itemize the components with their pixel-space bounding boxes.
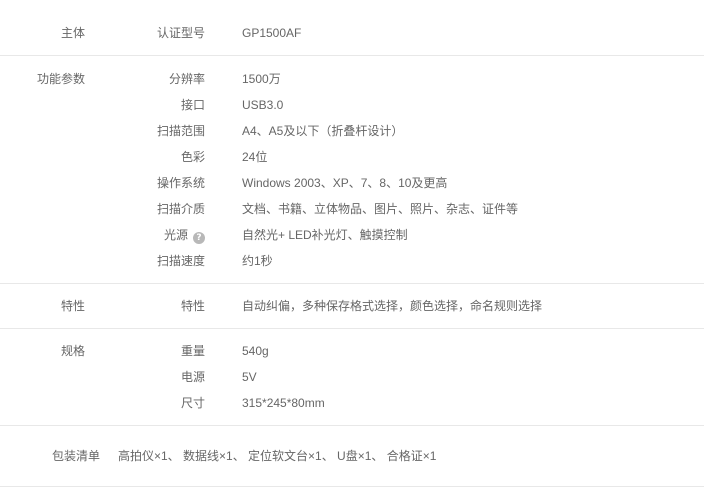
spec-value: 1500万 — [242, 72, 281, 86]
spec-value: 24位 — [242, 150, 268, 164]
spec-key: 接口 — [180, 98, 205, 112]
spec-key: 分辨率 — [168, 72, 205, 86]
spec-key-text: 光源 — [163, 228, 188, 242]
spec-key: 认证型号 — [156, 26, 205, 40]
spec-row-model: 认证型号 GP1500AF — [0, 20, 704, 46]
spec-key: 操作系统 — [156, 176, 205, 190]
spec-key: 扫描介质 — [156, 202, 205, 216]
spec-row-power: 电源 5V — [0, 364, 704, 390]
spec-key: 扫描范围 — [156, 124, 205, 138]
spec-value: A4、A5及以下（折叠杆设计） — [242, 124, 404, 138]
spec-key: 扫描速度 — [156, 254, 205, 268]
package-row: 包装清单 高拍仪×1、 数据线×1、 定位软文台×1、 U盘×1、 合格证×1 — [0, 443, 704, 469]
spec-value: USB3.0 — [242, 98, 284, 112]
spec-row-resolution: 分辨率 1500万 — [0, 66, 704, 92]
section-main: 主体 认证型号 GP1500AF — [0, 0, 704, 56]
spec-key: 重量 — [180, 344, 205, 358]
spec-value: GP1500AF — [242, 26, 302, 40]
spec-value: 5V — [242, 370, 257, 384]
question-circle-icon[interactable]: ? — [193, 232, 205, 244]
spec-key: 特性 — [180, 299, 205, 313]
spec-row-scan-range: 扫描范围 A4、A5及以下（折叠杆设计） — [0, 118, 704, 144]
section-package-list: 包装清单 高拍仪×1、 数据线×1、 定位软文台×1、 U盘×1、 合格证×1 — [0, 426, 704, 487]
spec-row-weight: 重量 540g — [0, 338, 704, 364]
section-specs: 规格 重量 540g 电源 5V 尺寸 315*245*80mm — [0, 329, 704, 426]
spec-key: 电源 — [180, 370, 205, 384]
spec-value: 540g — [242, 344, 269, 358]
spec-key-with-help: 光源? — [110, 222, 205, 248]
spec-value: 约1秒 — [242, 254, 273, 268]
spec-row-size: 尺寸 315*245*80mm — [0, 390, 704, 416]
group-label-package: 包装清单 — [51, 449, 100, 463]
spec-row-interface: 接口 USB3.0 — [0, 92, 704, 118]
package-contents: 高拍仪×1、 数据线×1、 定位软文台×1、 U盘×1、 合格证×1 — [118, 449, 437, 463]
spec-row-os: 操作系统 Windows 2003、XP、7、8、10及更高 — [0, 170, 704, 196]
spec-value: 315*245*80mm — [242, 396, 325, 410]
spec-value: Windows 2003、XP、7、8、10及更高 — [242, 176, 448, 190]
spec-key: 尺寸 — [180, 396, 205, 410]
spec-value: 自然光+ LED补光灯、触摸控制 — [242, 228, 408, 242]
spec-row-light-source: 光源? 自然光+ LED补光灯、触摸控制 — [0, 222, 704, 248]
spec-key: 色彩 — [180, 150, 205, 164]
section-features: 特性 特性 自动纠偏，多种保存格式选择，颜色选择，命名规则选择 — [0, 284, 704, 329]
spec-value: 自动纠偏，多种保存格式选择，颜色选择，命名规则选择 — [242, 299, 543, 313]
spec-row-color: 色彩 24位 — [0, 144, 704, 170]
spec-value: 文档、书籍、立体物品、图片、照片、杂志、证件等 — [242, 202, 519, 216]
spec-row-features: 特性 自动纠偏，多种保存格式选择，颜色选择，命名规则选择 — [0, 293, 704, 319]
section-function-params: 功能参数 分辨率 1500万 接口 USB3.0 扫描范围 A4、A5及以下（折… — [0, 56, 704, 284]
spec-row-scan-speed: 扫描速度 约1秒 — [0, 248, 704, 274]
spec-row-media: 扫描介质 文档、书籍、立体物品、图片、照片、杂志、证件等 — [0, 196, 704, 222]
